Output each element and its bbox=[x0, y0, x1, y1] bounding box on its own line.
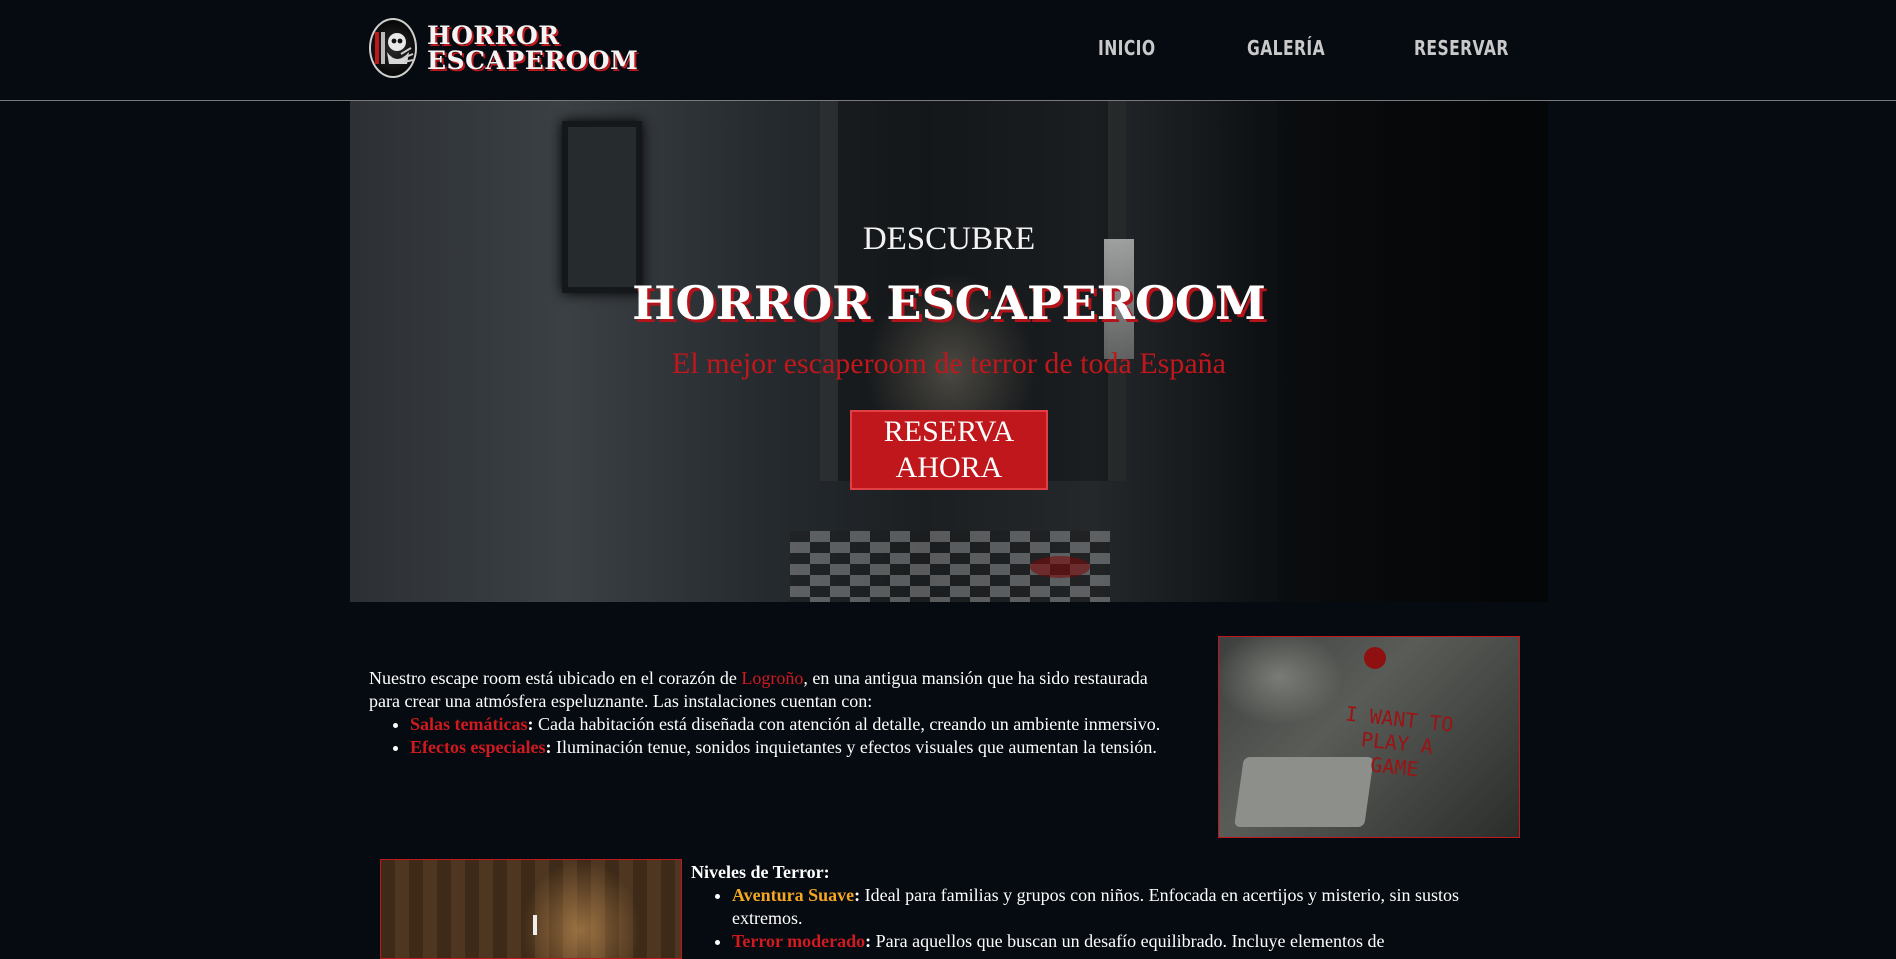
facilities-list: Salas temáticas: Cada habitación está di… bbox=[369, 713, 1179, 759]
intro-paragraph: Nuestro escape room está ubicado en el c… bbox=[369, 667, 1179, 713]
level-desc: Para aquellos que buscan un desafío equi… bbox=[875, 931, 1385, 951]
facility-term: Salas temáticas bbox=[410, 714, 528, 734]
nav-inicio[interactable]: INICIO bbox=[1098, 36, 1156, 60]
reserve-now-button[interactable]: RESERVA AHORA bbox=[850, 410, 1048, 490]
image-candle bbox=[533, 915, 537, 935]
image-graffiti: I WANT TO PLAY A GAME bbox=[1344, 701, 1455, 782]
level-term: Aventura Suave bbox=[732, 885, 855, 905]
bathroom-horror-image: I WANT TO PLAY A GAME bbox=[1218, 636, 1520, 838]
levels-section: Niveles de Terror: Aventura Suave: Ideal… bbox=[691, 861, 1521, 953]
list-item: Salas temáticas: Cada habitación está di… bbox=[410, 713, 1179, 736]
wooden-room-image bbox=[380, 859, 682, 959]
intro-city: Logroño bbox=[741, 668, 804, 688]
hero-content: DESCUBRE HORROR ESCAPEROOM El mejor esca… bbox=[350, 101, 1548, 602]
list-item: Aventura Suave: Ideal para familias y gr… bbox=[732, 884, 1521, 930]
hero-subtitle: El mejor escaperoom de terror de toda Es… bbox=[672, 347, 1226, 380]
image-candle-glow bbox=[521, 860, 641, 958]
hero-banner: DESCUBRE HORROR ESCAPEROOM El mejor esca… bbox=[350, 101, 1548, 602]
intro-text-before: Nuestro escape room está ubicado en el c… bbox=[369, 668, 742, 688]
bloody-handprint bbox=[1364, 647, 1386, 669]
list-item: Terror moderado: Para aquellos que busca… bbox=[732, 930, 1521, 953]
intro-section: Nuestro escape room está ubicado en el c… bbox=[369, 667, 1179, 759]
nav-reservar[interactable]: RESERVAR bbox=[1414, 36, 1509, 60]
facility-desc: Cada habitación está diseñada con atenci… bbox=[537, 714, 1161, 734]
list-item: Efectos especiales: Iluminación tenue, s… bbox=[410, 736, 1179, 759]
hero-title: HORROR ESCAPEROOM bbox=[632, 276, 1266, 330]
site-header: HORROR ESCAPEROOM INICIO GALERÍA RESERVA… bbox=[0, 0, 1896, 101]
levels-heading: Niveles de Terror: bbox=[691, 862, 830, 882]
hero-kicker: DESCUBRE bbox=[862, 221, 1036, 257]
main-nav: INICIO GALERÍA RESERVAR bbox=[0, 36, 1896, 66]
nav-galeria[interactable]: GALERÍA bbox=[1247, 36, 1325, 60]
facility-desc: Iluminación tenue, sonidos inquietantes … bbox=[555, 737, 1157, 757]
facility-term: Efectos especiales bbox=[410, 737, 546, 757]
level-term: Terror moderado bbox=[732, 931, 866, 951]
levels-list: Aventura Suave: Ideal para familias y gr… bbox=[691, 884, 1521, 953]
